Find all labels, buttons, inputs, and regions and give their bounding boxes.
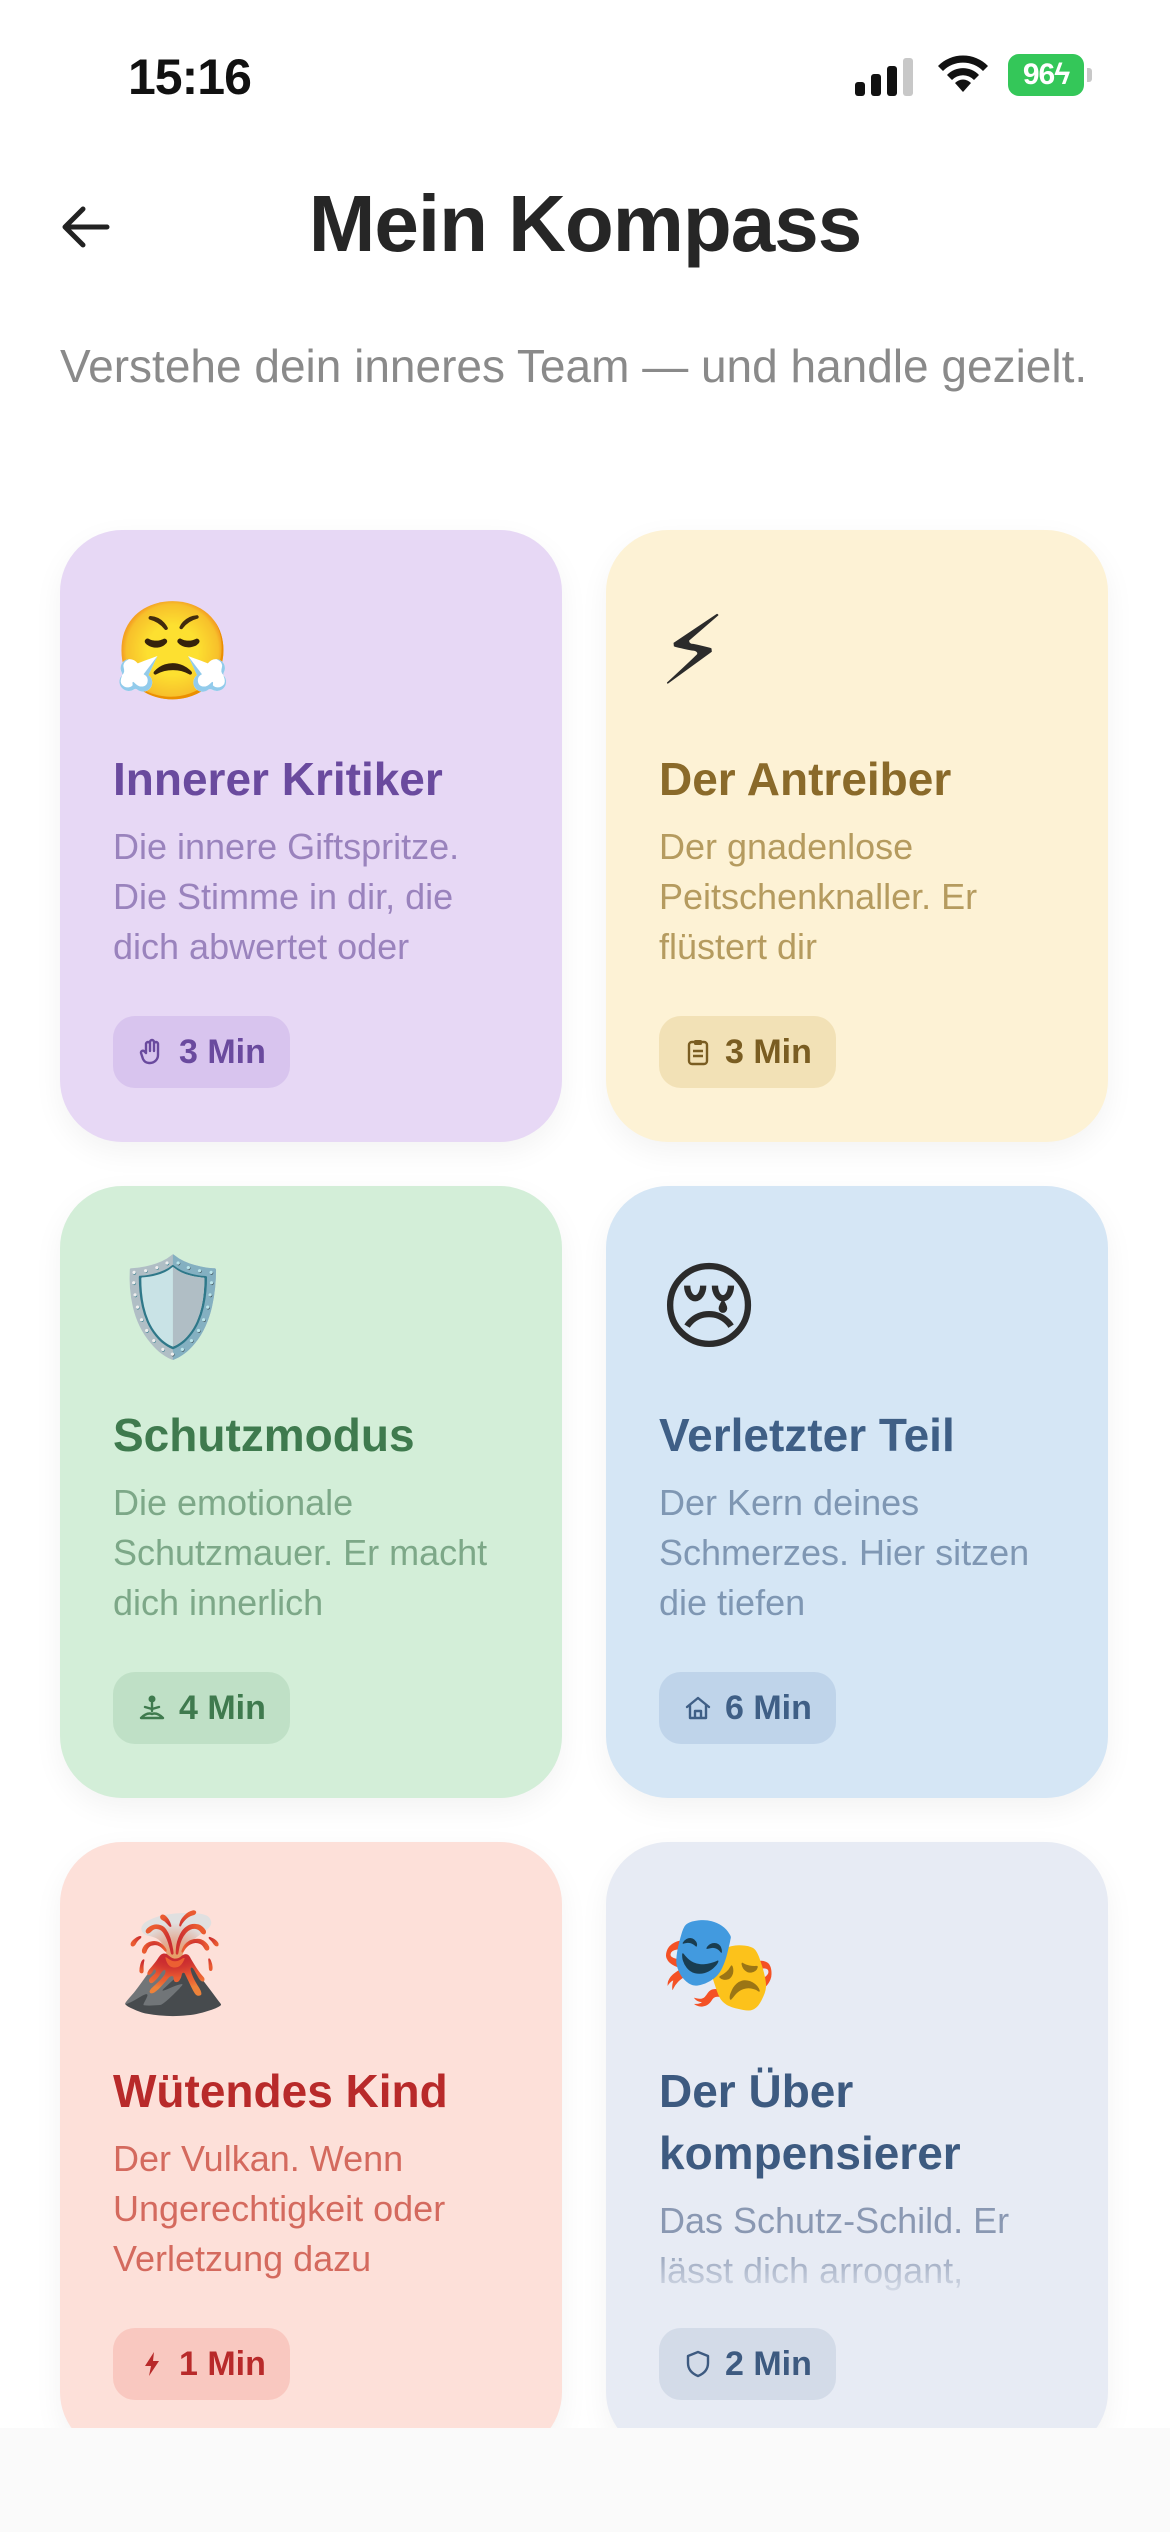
clipboard-icon [687,1040,709,1066]
crying-face-emoji-icon: 😢 [659,1254,760,1361]
card-der-antreiber[interactable]: ⚡ Der Antreiber Der gnadenlose Peitschen… [606,530,1108,1142]
card-der-ueberkompensierer[interactable]: 🎭 Der Über kompensierer Das Schutz-Schil… [606,1842,1108,2454]
card-title: Der Über kompensierer [659,2065,961,2179]
meditation-icon [139,1695,165,1720]
status-bar: 15:16 96 ϟ [0,0,1170,150]
duration-label: 3 Min [725,1032,812,1071]
wifi-icon [938,55,988,92]
card-title: Der Antreiber [659,753,952,805]
page-title: Mein Kompass [308,179,863,268]
shield-icon [686,2350,710,2378]
text-fade [606,2244,1108,2304]
battery-level: 96 [1022,58,1055,91]
card-verletzter-teil[interactable]: 😢 Verletzter Teil Der Kern deines Schmer… [606,1186,1108,1798]
duration-chip: 3 Min [113,1016,290,1088]
theater-masks-emoji-icon: 🎭 [659,1910,779,2017]
home-icon [685,1696,711,1720]
cellular-signal-icon [855,58,913,96]
duration-label: 2 Min [725,2344,812,2383]
steam-face-emoji-icon: 😤 [113,598,233,705]
card-title: Schutzmodus [113,1409,415,1461]
duration-chip: 4 Min [113,1672,290,1744]
volcano-emoji-icon: 🌋 [113,1910,233,2017]
charging-bolt-icon: ϟ [1054,58,1070,91]
duration-chip: 2 Min [659,2328,836,2400]
hand-icon [139,1038,160,1065]
status-time: 15:16 [128,49,252,105]
card-description: Der gnadenlose Peitschenknaller. Er flüs… [659,826,978,967]
battery-icon: 96 ϟ [1008,54,1092,96]
page-subtitle: Verstehe dein inneres Team — und handle … [60,340,1088,392]
card-wuetendes-kind[interactable]: 🌋 Wütendes Kind Der Vulkan. Wenn Ungerec… [60,1842,562,2454]
card-description: Die innere Giftspritze. Die Stimme in di… [113,826,460,967]
card-title: Verletzter Teil [659,1409,955,1461]
part-card-grid: 😤 Innerer Kritiker Die innere Giftspritz… [60,530,1110,2454]
duration-label: 6 Min [725,1688,812,1727]
card-description: Die emotionale Schutzmauer. Er macht dic… [113,1482,488,1623]
card-description: Der Vulkan. Wenn Ungerechtigkeit oder Ve… [113,2138,446,2279]
screen: 15:16 96 ϟ Mein Kompass Verstehe dein inn… [0,0,1170,2532]
bottom-safe-area [0,2428,1170,2532]
lightning-emoji-icon: ⚡ [659,598,727,705]
duration-chip: 1 Min [113,2328,290,2400]
lightning-icon [145,2352,159,2376]
duration-chip: 6 Min [659,1672,836,1744]
card-title: Innerer Kritiker [113,753,443,805]
card-innerer-kritiker[interactable]: 😤 Innerer Kritiker Die innere Giftspritz… [60,530,562,1142]
duration-label: 4 Min [179,1688,266,1727]
card-description: Der Kern deines Schmerzes. Hier sitzen d… [659,1482,1030,1623]
duration-label: 3 Min [179,1032,266,1071]
duration-label: 1 Min [179,2344,266,2383]
card-schutzmodus[interactable]: 🛡️ Schutzmodus Die emotionale Schutzmaue… [60,1186,562,1798]
duration-chip: 3 Min [659,1016,836,1088]
shield-emoji-icon: 🛡️ [113,1254,233,1361]
card-title: Wütendes Kind [113,2065,448,2117]
